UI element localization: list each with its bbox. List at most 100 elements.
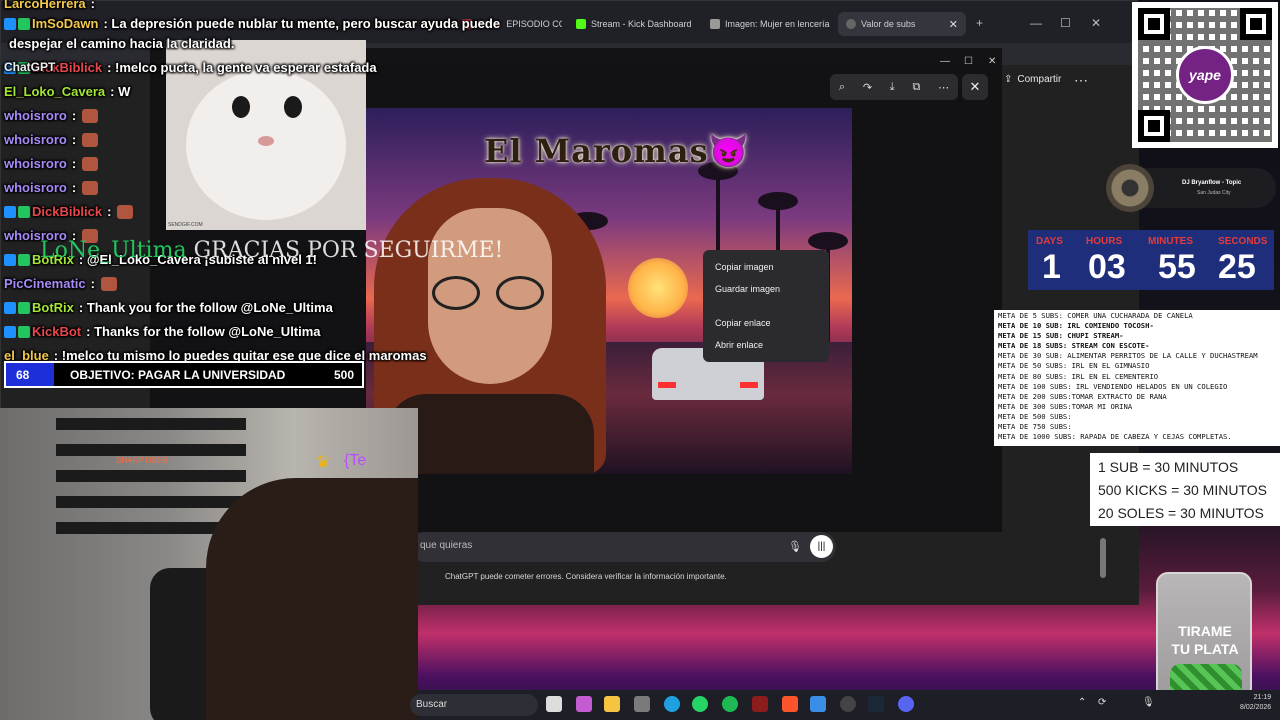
download-icon[interactable]: ⤓ (890, 81, 895, 94)
microphone-icon[interactable]: 🎙 (788, 540, 802, 553)
chat-text: : (107, 204, 112, 219)
follow-alert: LoNe_Ultima GRACIAS POR SEGUIRME! (40, 238, 503, 263)
sub-goal-item: META DE 300 SUBS:TOMAR MI ORINA (998, 401, 1133, 411)
copy-image-item[interactable]: Copiar imagen (703, 256, 829, 278)
brave-icon[interactable] (782, 696, 798, 712)
timer-hours: 03 (1088, 248, 1126, 286)
maximize-icon[interactable]: ☐ (1060, 16, 1071, 30)
steam-icon[interactable] (868, 696, 884, 712)
share-button[interactable]: ⇪ Compartir (1004, 74, 1061, 85)
close-viewer-button[interactable]: ✕ (962, 74, 988, 100)
chatgpt-label: ChatGPT (4, 60, 56, 74)
webcam-feed: SHARP USER ♛ {Te (0, 408, 418, 720)
verified-badge-icon (18, 253, 30, 266)
share-arrow-icon[interactable]: ↷ (863, 81, 872, 94)
subathon-timer: DAYS HOURS MINUTES SECONDS 1 03 55 25 (1028, 230, 1274, 290)
viewer-maximize-icon[interactable]: ☐ (964, 56, 973, 67)
chat-username[interactable]: ImSoDawn (32, 16, 98, 31)
crown-text: {Te (344, 452, 367, 469)
tab-valor-de-subs[interactable]: Valor de subs ✕ (838, 12, 966, 36)
chat-text: despejar el camino hacia la claridad. (9, 36, 235, 51)
goal-fill (6, 363, 54, 386)
open-link-item[interactable]: Abrir enlace (703, 334, 829, 356)
prompt-placeholder: que quieras (420, 540, 473, 551)
chat-username[interactable]: whoisroro (4, 180, 67, 195)
tray-mic-icon[interactable]: 🎙 (1142, 697, 1155, 708)
dota-icon[interactable] (752, 696, 768, 712)
chat-badge-icon (4, 253, 16, 266)
chat-message: ImSoDawn: La depresión puede nublar tu m… (4, 16, 500, 31)
discord-icon[interactable] (898, 696, 914, 712)
close-tab-icon[interactable]: ✕ (949, 18, 958, 31)
chat-username[interactable]: DickBiblick (32, 204, 102, 219)
zoom-icon[interactable]: ⌕ (839, 81, 845, 94)
context-menu: Copiar imagen Guardar imagen Copiar enla… (703, 250, 829, 362)
taskbar-clock[interactable]: 21:19 8/02/2026 (1240, 693, 1271, 713)
tab-imagen[interactable]: Imagen: Mujer en lencería p (710, 14, 830, 34)
chat-message: whoisroro: (4, 132, 99, 147)
emote-icon (82, 180, 99, 195)
track-album: San Judas City (1197, 190, 1231, 196)
chat-username[interactable]: BotRix (32, 300, 74, 315)
chatgpt-taskbar-icon[interactable] (840, 696, 856, 712)
tray-chevron-icon[interactable]: ⌃ (1078, 697, 1086, 708)
viewer-minimize-icon[interactable]: — (940, 56, 950, 67)
rate-soles: 20 SOLES = 30 MINUTOS (1098, 505, 1264, 521)
sub-goal-item: META DE 1000 SUBS: RAPADA DE CABEZA Y CE… (998, 432, 1232, 442)
save-image-item[interactable]: Guardar imagen (703, 278, 829, 300)
more-icon[interactable]: ⋯ (938, 81, 949, 94)
tray-sync-icon[interactable]: ⟳ (1098, 697, 1106, 708)
edge-icon[interactable] (664, 696, 680, 712)
task-view-icon[interactable] (546, 696, 562, 712)
chat-message: BotRix: Thank you for the follow @LoNe_U… (4, 300, 333, 315)
scrollbar[interactable] (1100, 538, 1106, 578)
voice-mode-button[interactable]: ||| (810, 535, 833, 558)
emote-icon (117, 204, 134, 219)
whatsapp-icon[interactable] (692, 696, 708, 712)
copilot-icon[interactable] (576, 696, 592, 712)
viewer-close-window-icon[interactable]: ✕ (988, 56, 996, 67)
file-explorer-icon[interactable] (604, 696, 620, 712)
chat-badge-icon (4, 205, 16, 218)
sub-goals-list: META DE 5 SUBS: COMER UNA CUCHARADA DE C… (994, 310, 1280, 446)
chat-message: El_Loko_Cavera: W (4, 84, 130, 99)
notepad-icon[interactable] (810, 696, 826, 712)
timer-days: 1 (1042, 248, 1061, 286)
clock-time: 21:19 (1253, 694, 1272, 701)
open-external-icon[interactable]: ⧉ (912, 81, 920, 94)
chat-text: : Thanks for the follow @LoNe_Ultima (86, 324, 321, 339)
tab-kick-dashboard[interactable]: Stream - Kick Dashboard (576, 14, 696, 34)
chat-username[interactable]: whoisroro (4, 108, 67, 123)
prompt-input[interactable] (410, 532, 836, 562)
verified-badge-icon (18, 17, 30, 30)
chat-username[interactable]: PicCinematic (4, 276, 86, 291)
timer-days-label: DAYS (1036, 236, 1063, 247)
chat-text: : (71, 156, 77, 171)
chat-message: PicCinematic: (4, 276, 117, 291)
chatgpt-tab-icon (846, 19, 856, 29)
track-title: DJ Bryanflow - Topic (1182, 180, 1242, 186)
sub-goal-item: META DE 15 SUB: CHUPI STREAM- (998, 331, 1124, 341)
spotify-icon[interactable] (722, 696, 738, 712)
more-options-icon[interactable]: ⋯ (1074, 72, 1088, 89)
sub-goal-item: META DE 500 SUBS: (998, 411, 1072, 421)
chat-username[interactable]: whoisroro (4, 132, 67, 147)
timer-seconds-label: SECONDS (1218, 236, 1268, 247)
goal-progress-bar: 68 OBJETIVO: PAGAR LA UNIVERSIDAD 500 (4, 361, 364, 388)
window-blind (56, 470, 246, 482)
close-window-icon[interactable]: ✕ (1091, 16, 1101, 30)
copy-link-item[interactable]: Copiar enlace (703, 312, 829, 334)
tail-light (658, 382, 676, 388)
chat-username[interactable]: El_Loko_Cavera (4, 84, 105, 99)
chat-username[interactable]: whoisroro (4, 156, 67, 171)
chat-message: DickBiblick: !melco pucta, la gente va e… (4, 60, 377, 75)
minimize-icon[interactable]: — (1030, 16, 1042, 30)
rate-subs: 1 SUB = 30 MINUTOS (1098, 459, 1239, 475)
chat-username[interactable]: KickBot (32, 324, 81, 339)
store-icon[interactable] (634, 696, 650, 712)
yape-logo: yape (1176, 46, 1234, 104)
qr-finder (1240, 8, 1272, 40)
new-tab-icon[interactable]: + (976, 16, 983, 30)
chat-message: LarcoHerrera: (4, 0, 95, 11)
chat-username[interactable]: LarcoHerrera (4, 0, 86, 11)
